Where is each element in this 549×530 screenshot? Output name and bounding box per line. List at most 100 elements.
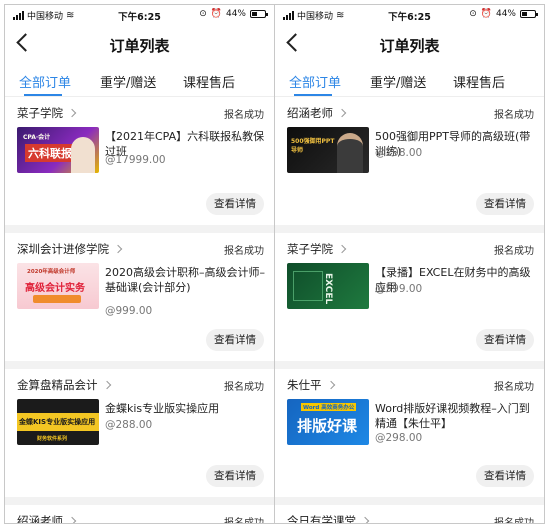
chevron-right-icon: [67, 516, 77, 523]
course-title[interactable]: 金蝶kis专业版实操应用: [105, 401, 266, 416]
course-thumbnail[interactable]: 金蝶KIS专业版实操应用 财务软件系列: [17, 399, 99, 445]
seller-link[interactable]: 菜子学院: [287, 241, 347, 257]
active-tab-indicator: [294, 94, 332, 96]
nav-bar: 订单列表: [5, 25, 274, 63]
chevron-right-icon: [67, 108, 77, 118]
seller-link[interactable]: 菜子学院: [17, 105, 77, 121]
seller-name: 绍涵老师: [287, 106, 333, 120]
seller-link[interactable]: 朱仕平: [287, 377, 335, 393]
thumbnail-text: 500强御用PPT导师: [291, 138, 335, 154]
battery-icon: [250, 10, 268, 18]
view-details-button[interactable]: 查看详情: [206, 193, 264, 215]
tab-all-orders[interactable]: 全部订单: [19, 72, 71, 91]
order-status: 报名成功: [224, 110, 264, 121]
chevron-right-icon: [326, 380, 335, 390]
seller-name: 菜子学院: [287, 242, 333, 256]
order-card: 朱仕平 报名成功 Word 高效商务办公 排版好课 Word排版好课视频教程–入…: [275, 369, 544, 497]
course-price: @298.00: [375, 147, 423, 159]
order-card: 深圳会计进修学院 报名成功 2020年高级会计师 高级会计实务 2020高级会计…: [5, 233, 274, 361]
order-status: 报名成功: [494, 110, 534, 121]
active-tab-indicator: [24, 94, 62, 96]
chevron-right-icon: [113, 244, 123, 254]
order-status: 报名成功: [494, 518, 534, 524]
seller-link[interactable]: 绍涵老师: [287, 105, 347, 121]
seller-name: 绍涵老师: [17, 514, 63, 524]
order-status: 报名成功: [494, 382, 534, 393]
thumbnail-text: 高级会计实务: [25, 283, 85, 294]
course-price: @999.00: [105, 305, 153, 317]
seller-link[interactable]: 今日有学课堂: [287, 513, 370, 524]
tab-after-sales[interactable]: 课程售后: [183, 72, 235, 91]
course-thumbnail[interactable]: Word 高效商务办公 排版好课: [287, 399, 369, 445]
alarm-icon: ⊙: [199, 9, 207, 19]
status-bar: 中国移动 ≋ 下午6:25 ⊙ ⏰ 44%: [5, 5, 274, 25]
order-card: 今日有学课堂 报名成功: [275, 505, 544, 524]
thumbnail-grid: [293, 271, 323, 301]
view-details-button[interactable]: 查看详情: [476, 329, 534, 351]
screenshot-pair: 中国移动 ≋ 下午6:25 ⊙ ⏰ 44% 订单列表 全部订单 重学/赠送 课程…: [0, 0, 549, 530]
seller-name: 朱仕平: [287, 378, 322, 392]
order-card: 绍涵老师 报名成功 500强御用PPT导师 500强御用PPT导师的高级班(带训…: [275, 97, 544, 225]
tab-after-sales[interactable]: 课程售后: [453, 72, 505, 91]
tab-relearn-gift[interactable]: 重学/赠送: [100, 72, 156, 91]
seller-link[interactable]: 绍涵老师: [17, 513, 77, 524]
course-price: @17999.00: [105, 154, 166, 166]
seller-link[interactable]: 深圳会计进修学院: [17, 241, 123, 257]
seller-name: 菜子学院: [17, 106, 63, 120]
seller-name: 今日有学课堂: [287, 514, 356, 524]
order-card: 菜子学院 报名成功 EXCEL 【录播】EXCEL在财务中的高级应用 @599.…: [275, 233, 544, 361]
thumbnail-text: EXCEL: [323, 273, 333, 305]
presenter-silhouette: [337, 133, 363, 173]
order-list: 绍涵老师 报名成功 500强御用PPT导师 500强御用PPT导师的高级班(带训…: [275, 97, 544, 524]
chevron-right-icon: [102, 380, 111, 390]
alarm-clock-icon: ⏰: [480, 9, 492, 19]
course-price: @298.00: [375, 432, 423, 444]
phone-screen-right: 中国移动 ≋ 下午6:25 ⊙ ⏰ 44% 订单列表 全部订单 重学/赠送 课程…: [274, 4, 545, 524]
seller-name: 深圳会计进修学院: [17, 242, 109, 256]
alarm-icon: ⊙: [469, 9, 477, 19]
chevron-right-icon: [337, 108, 347, 118]
phone-screen-left: 中国移动 ≋ 下午6:25 ⊙ ⏰ 44% 订单列表 全部订单 重学/赠送 课程…: [4, 4, 275, 524]
tab-relearn-gift[interactable]: 重学/赠送: [370, 72, 426, 91]
tab-bar: 全部订单 重学/赠送 课程售后: [5, 63, 274, 97]
tab-all-orders[interactable]: 全部订单: [289, 72, 341, 91]
status-bar: 中国移动 ≋ 下午6:25 ⊙ ⏰ 44%: [275, 5, 544, 25]
order-card: 菜子学院 报名成功 CPA·会计 六科联报 【2021年CPA】六科联报私教保过…: [5, 97, 274, 225]
thumbnail-text: 六科联报: [25, 144, 75, 162]
view-details-button[interactable]: 查看详情: [476, 465, 534, 487]
page-title: 订单列表: [109, 37, 170, 55]
order-card: 绍涵老师 报名成功: [5, 505, 274, 524]
course-title[interactable]: Word排版好课视频教程–入门到精通【朱仕平】: [375, 401, 536, 431]
alarm-clock-icon: ⏰: [210, 9, 222, 19]
tab-bar: 全部订单 重学/赠送 课程售后: [275, 63, 544, 97]
view-details-button[interactable]: 查看详情: [476, 193, 534, 215]
battery-percent: 44%: [225, 9, 246, 19]
chevron-right-icon: [337, 244, 347, 254]
page-title: 订单列表: [379, 37, 440, 55]
course-thumbnail[interactable]: CPA·会计 六科联报: [17, 127, 99, 173]
course-price: @288.00: [105, 419, 153, 431]
thumbnail-text: 金蝶KIS专业版实操应用: [19, 418, 96, 426]
view-details-button[interactable]: 查看详情: [206, 465, 264, 487]
order-list: 菜子学院 报名成功 CPA·会计 六科联报 【2021年CPA】六科联报私教保过…: [5, 97, 274, 524]
course-thumbnail[interactable]: EXCEL: [287, 263, 369, 309]
presenter-silhouette: [71, 137, 95, 173]
order-status: 报名成功: [494, 246, 534, 257]
order-status: 报名成功: [224, 518, 264, 524]
course-title[interactable]: 2020高级会计职称–高级会计师–基础课(会计部分): [105, 265, 266, 295]
course-thumbnail[interactable]: 500强御用PPT导师: [287, 127, 369, 173]
nav-bar: 订单列表: [275, 25, 544, 63]
chevron-right-icon: [360, 516, 370, 523]
seller-name: 金算盘精品会计: [17, 378, 98, 392]
thumbnail-sub: Word 高效商务办公: [301, 403, 357, 411]
seller-link[interactable]: 金算盘精品会计: [17, 377, 111, 393]
battery-icon: [520, 10, 538, 18]
course-thumbnail[interactable]: 2020年高级会计师 高级会计实务: [17, 263, 99, 309]
thumbnail-sub: 财务软件系列: [37, 436, 68, 442]
thumbnail-sub: CPA·会计: [23, 134, 51, 141]
view-details-button[interactable]: 查看详情: [206, 329, 264, 351]
thumbnail-text: 排版好课: [297, 417, 358, 435]
order-status: 报名成功: [224, 246, 264, 257]
order-status: 报名成功: [224, 382, 264, 393]
battery-percent: 44%: [495, 9, 516, 19]
